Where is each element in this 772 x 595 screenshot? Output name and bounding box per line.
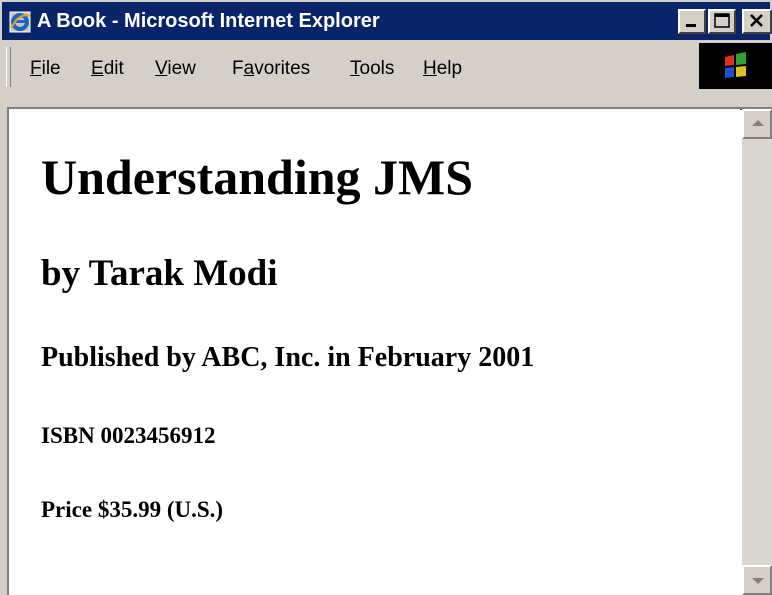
minimize-button[interactable] <box>678 9 706 34</box>
title-bar[interactable]: A Book - Microsoft Internet Explorer <box>2 2 772 40</box>
access-key: F <box>30 58 42 79</box>
content-frame: Understanding JMS by Tarak Modi Publishe… <box>7 107 772 595</box>
menu-favorites[interactable]: Favorites <box>232 57 310 81</box>
close-button[interactable] <box>742 9 772 34</box>
menu-file[interactable]: File <box>30 57 61 81</box>
toolbar-grip[interactable] <box>6 47 11 87</box>
book-price: Price $35.99 (U.S.) <box>41 497 224 522</box>
access-key: H <box>423 58 437 79</box>
document-body: Understanding JMS by Tarak Modi Publishe… <box>9 109 740 595</box>
book-publisher: Published by ABC, Inc. in February 2001 <box>41 342 535 373</box>
arrow-up-icon <box>752 120 764 126</box>
menu-bar: File Edit View Favorites Tools Help <box>2 43 772 93</box>
book-isbn: ISBN 0023456912 <box>41 423 216 448</box>
browser-window: A Book - Microsoft Internet Explorer Fil… <box>0 0 772 595</box>
menu-edit[interactable]: Edit <box>91 57 124 81</box>
menu-tools[interactable]: Tools <box>350 57 394 81</box>
menu-view[interactable]: View <box>155 57 196 81</box>
maximize-button[interactable] <box>708 9 736 34</box>
scroll-down-button[interactable] <box>742 565 772 595</box>
access-key: V <box>155 58 168 79</box>
windows-logo <box>699 43 772 89</box>
scroll-up-button[interactable] <box>742 109 772 139</box>
ie-icon[interactable] <box>8 10 32 34</box>
access-key: T <box>350 58 360 79</box>
vertical-scrollbar[interactable] <box>742 109 772 595</box>
menu-help[interactable]: Help <box>423 57 462 81</box>
access-key: a <box>243 58 255 79</box>
book-author: by Tarak Modi <box>41 253 278 294</box>
access-key: E <box>91 58 104 79</box>
book-title: Understanding JMS <box>41 149 474 205</box>
arrow-down-icon <box>752 578 764 584</box>
window-title: A Book - Microsoft Internet Explorer <box>37 10 380 32</box>
